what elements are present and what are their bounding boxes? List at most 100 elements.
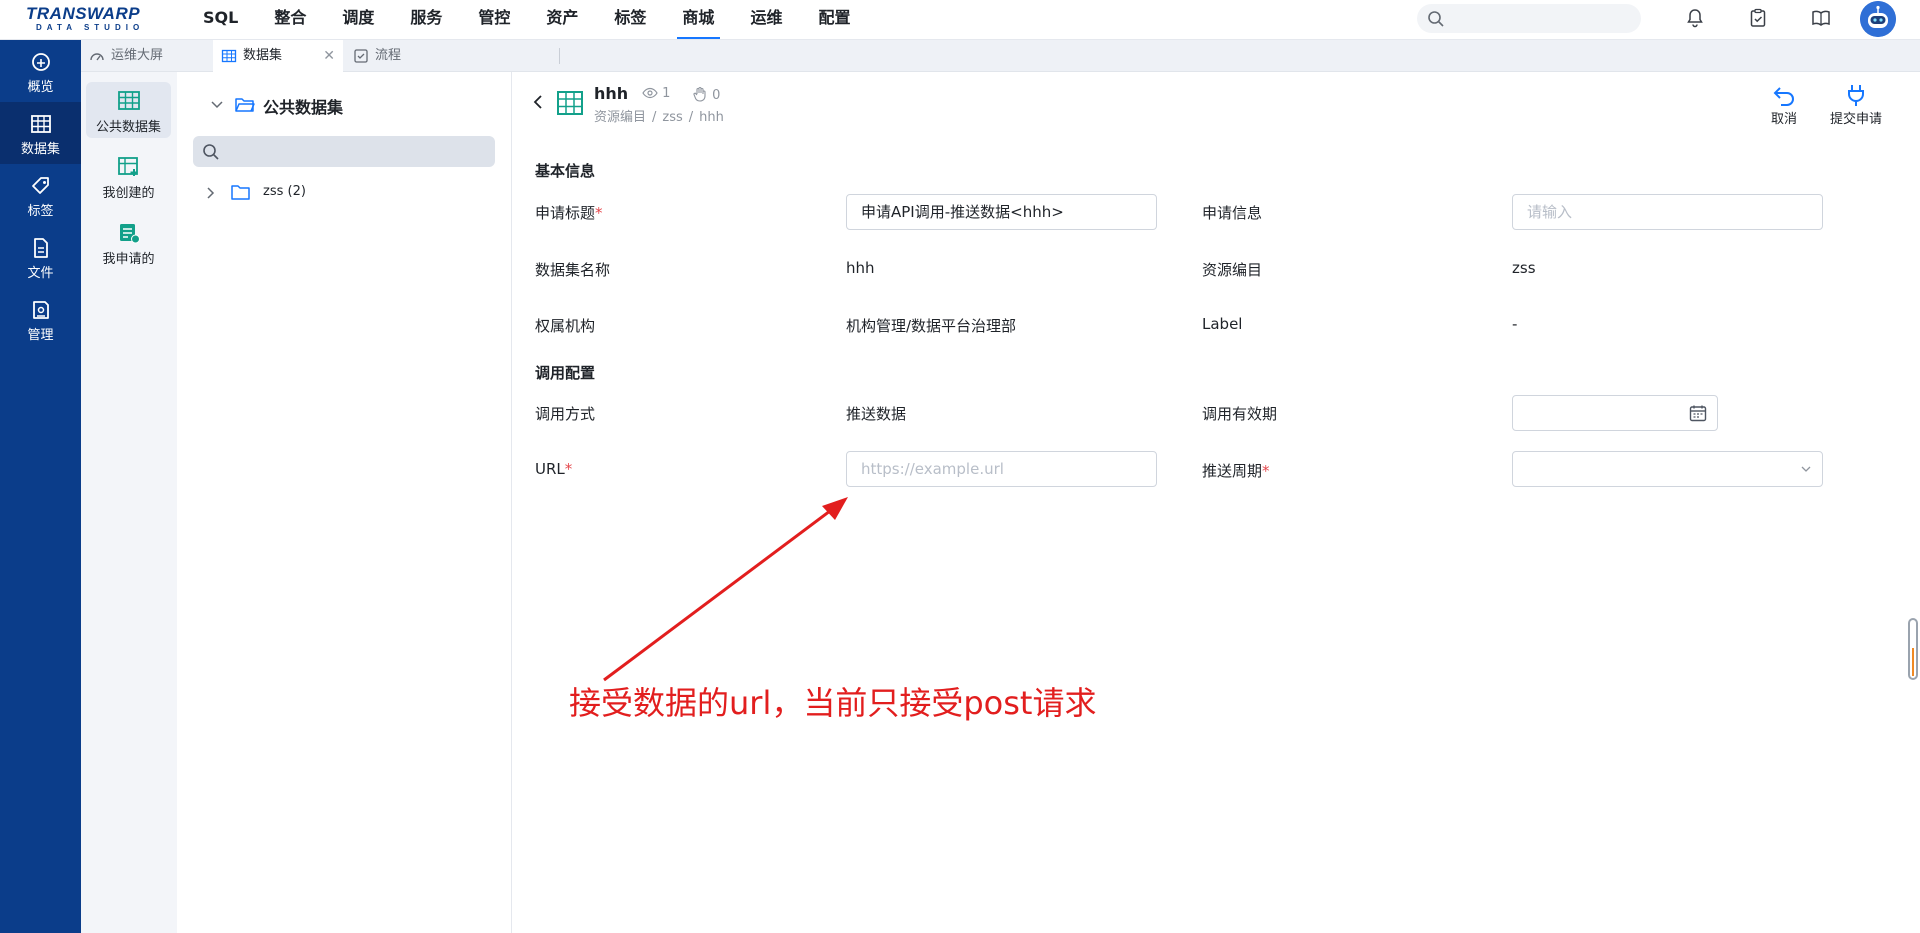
- view-count: 1: [642, 86, 670, 101]
- logo-line2: DATA STUDIO: [36, 23, 145, 32]
- dataset-subnav: 公共数据集 我创建的 我申请的: [81, 72, 177, 933]
- tab-label-ops-screen: 运维大屏: [111, 48, 164, 63]
- tag-icon: [31, 177, 49, 194]
- top-bar: TRANSWARP DATA STUDIO SQL 整合 调度 服务 管控 资产…: [0, 0, 1920, 40]
- breadcrumb-catalog[interactable]: 资源编目: [594, 110, 646, 125]
- rail-item-dataset[interactable]: 数据集: [0, 102, 81, 164]
- dataset-name-value: hhh: [846, 259, 875, 277]
- logo[interactable]: TRANSWARP DATA STUDIO: [26, 5, 154, 35]
- breadcrumb-sep: /: [652, 110, 657, 125]
- main-menu: SQL 整合 调度 服务 管控 资产 标签 商城 运维 配置: [186, 0, 869, 40]
- menu-service[interactable]: 服务: [393, 0, 461, 40]
- folder-open-icon: [235, 98, 255, 112]
- tab-divider: [559, 48, 560, 64]
- validity-label: 调用有效期: [1202, 405, 1278, 423]
- apply-title-label: 申请标题*: [535, 204, 603, 222]
- tab-label-dataset: 数据集: [243, 48, 283, 63]
- tree-search-input[interactable]: [193, 136, 495, 167]
- validity-date-picker[interactable]: [1512, 395, 1718, 431]
- clipboard-check-icon[interactable]: [1747, 7, 1769, 29]
- rail-item-overview[interactable]: 概览: [0, 40, 81, 102]
- logo-line1: TRANSWARP: [26, 4, 141, 23]
- book-icon[interactable]: [1810, 7, 1832, 29]
- tab-flow[interactable]: 流程: [345, 40, 475, 72]
- table-icon: [117, 91, 140, 110]
- file-icon: [33, 238, 48, 258]
- back-arrow-icon[interactable]: [530, 94, 546, 110]
- folder-icon: [231, 185, 250, 200]
- calendar-icon: [1689, 405, 1707, 422]
- label-field-label: Label: [1202, 315, 1243, 333]
- rail-item-tag[interactable]: 标签: [0, 164, 81, 226]
- menu-ops[interactable]: 运维: [733, 0, 801, 40]
- menu-schedule[interactable]: 调度: [325, 0, 393, 40]
- push-cycle-select[interactable]: [1512, 451, 1823, 487]
- subnav-applied[interactable]: 我申请的: [86, 214, 171, 270]
- tab-dataset[interactable]: 数据集 ✕: [213, 40, 343, 72]
- push-cycle-label: 推送周期*: [1202, 462, 1270, 480]
- tree-root-label[interactable]: 公共数据集: [263, 94, 343, 118]
- annotation-text: 接受数据的url，当前只接受post请求: [569, 684, 1097, 722]
- view-count-value: 1: [662, 86, 671, 101]
- submit-apply-button[interactable]: 提交申请: [1824, 84, 1888, 127]
- checklist-icon: [354, 49, 368, 63]
- rail-item-manage[interactable]: 管理: [0, 288, 81, 350]
- global-search-input[interactable]: [1417, 4, 1641, 33]
- menu-sql[interactable]: SQL: [186, 0, 257, 40]
- call-mode-value: 推送数据: [846, 405, 907, 423]
- menu-config[interactable]: 配置: [801, 0, 869, 40]
- rail-label-overview: 概览: [27, 80, 54, 95]
- section-basic-info: 基本信息: [535, 162, 596, 180]
- tree-node-label: zss (2): [263, 184, 306, 199]
- menu-tag[interactable]: 标签: [597, 0, 665, 40]
- menu-control[interactable]: 管控: [461, 0, 529, 40]
- search-icon: [203, 144, 219, 160]
- url-input[interactable]: https://example.url: [846, 451, 1157, 487]
- url-label: URL*: [535, 460, 573, 478]
- rail-label-tag: 标签: [27, 204, 54, 219]
- rail-label-dataset: 数据集: [20, 142, 60, 157]
- dataset-apply-panel: hhh 1 0 资源编目 / zss / hhh 取消 提交申请 基本信息 申请标题* …: [512, 72, 1920, 933]
- org-label: 权属机构: [535, 317, 596, 335]
- menu-mall[interactable]: 商城: [665, 0, 733, 40]
- table-icon: [221, 49, 237, 63]
- document-hand-icon: [119, 224, 140, 244]
- dataset-title: hhh: [594, 84, 629, 103]
- breadcrumb-zss[interactable]: zss: [662, 110, 682, 125]
- manage-icon: [32, 301, 49, 319]
- close-icon[interactable]: ✕: [323, 40, 335, 72]
- rail-item-file[interactable]: 文件: [0, 226, 81, 288]
- avatar[interactable]: [1860, 1, 1896, 37]
- plug-icon: [1848, 85, 1864, 106]
- apply-info-label: 申请信息: [1202, 204, 1263, 222]
- chevron-down-icon[interactable]: [211, 101, 223, 109]
- cancel-label: 取消: [1770, 112, 1797, 127]
- call-mode-label: 调用方式: [535, 405, 596, 423]
- cancel-button[interactable]: 取消: [1766, 84, 1802, 127]
- menu-integrate[interactable]: 整合: [257, 0, 325, 40]
- catalog-label: 资源编目: [1202, 261, 1263, 279]
- left-rail: 概览 数据集 标签 文件 管理: [0, 40, 81, 933]
- chevron-right-icon[interactable]: [207, 187, 215, 199]
- apply-info-input[interactable]: 请输入: [1512, 194, 1823, 230]
- section-call-config: 调用配置: [535, 364, 596, 382]
- undo-icon: [1773, 87, 1794, 106]
- gauge-icon: [90, 53, 104, 61]
- scrollbar-thumb[interactable]: [1908, 618, 1918, 680]
- rail-label-manage: 管理: [27, 328, 54, 343]
- org-value: 机构管理/数据平台治理部: [846, 317, 1017, 335]
- table-icon: [30, 115, 51, 133]
- subnav-public-dataset[interactable]: 公共数据集: [86, 82, 171, 138]
- tab-ops-screen[interactable]: 运维大屏: [81, 40, 211, 72]
- subnav-label-public: 公共数据集: [95, 120, 161, 135]
- breadcrumb: 资源编目 / zss / hhh: [594, 106, 730, 125]
- rail-label-file: 文件: [27, 266, 54, 281]
- catalog-tree-panel: 公共数据集 zss (2): [177, 72, 512, 933]
- tab-label-flow: 流程: [375, 48, 402, 63]
- subnav-created[interactable]: 我创建的: [86, 148, 171, 204]
- menu-asset[interactable]: 资产: [529, 0, 597, 40]
- chevron-down-icon: [1801, 466, 1811, 472]
- bell-icon[interactable]: [1684, 7, 1706, 29]
- apply-title-input[interactable]: 申请API调用-推送数据<hhh>: [846, 194, 1157, 230]
- breadcrumb-sep: /: [688, 110, 694, 125]
